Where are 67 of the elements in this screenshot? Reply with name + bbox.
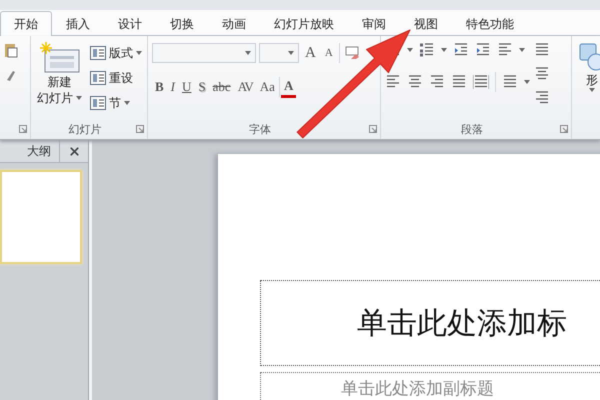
format-button[interactable]: abc bbox=[210, 76, 234, 98]
caret-icon bbox=[288, 51, 294, 55]
text-direction-icon bbox=[534, 42, 550, 58]
align-right-icon bbox=[429, 74, 445, 90]
close-icon bbox=[68, 144, 80, 158]
distribute-icon bbox=[473, 74, 489, 90]
paste-icon[interactable] bbox=[4, 42, 18, 58]
caret-icon bbox=[76, 96, 82, 100]
columns-icon bbox=[502, 74, 518, 90]
format-button[interactable]: U bbox=[179, 76, 194, 98]
format-button[interactable]: S bbox=[195, 76, 209, 98]
align-left-icon bbox=[385, 74, 401, 90]
ribbon-tab[interactable]: 视图 bbox=[400, 11, 452, 36]
ribbon-tab[interactable]: 开始 bbox=[0, 11, 52, 36]
layout-icon bbox=[90, 71, 106, 85]
ribbon-tab[interactable]: 特色功能 bbox=[452, 11, 528, 36]
ribbon-tab[interactable]: 幻灯片放映 bbox=[260, 11, 348, 36]
caret-icon bbox=[245, 51, 251, 55]
ribbon-tab[interactable]: 切换 bbox=[156, 11, 208, 36]
dialog-launcher-icon[interactable] bbox=[369, 125, 377, 133]
caret-icon bbox=[589, 88, 595, 92]
group-label: 幻灯片 bbox=[68, 122, 102, 136]
font-size-field[interactable] bbox=[259, 43, 299, 63]
slide-option-button[interactable]: 节 bbox=[88, 92, 144, 114]
ribbon-tab[interactable]: 设计 bbox=[104, 11, 156, 36]
slide-option-button[interactable]: 版式 bbox=[88, 42, 144, 64]
font-color-button[interactable]: A bbox=[280, 76, 296, 98]
indent-icon bbox=[453, 42, 469, 58]
caret-icon bbox=[136, 51, 142, 55]
caret-icon bbox=[407, 48, 413, 52]
justify-icon bbox=[451, 74, 467, 90]
group-label: 段落 bbox=[460, 122, 484, 136]
caret-icon bbox=[524, 80, 530, 84]
line-spacing-icon bbox=[497, 42, 513, 58]
format-button[interactable]: Aa bbox=[256, 76, 278, 98]
dialog-launcher-icon[interactable] bbox=[560, 125, 568, 133]
dialog-launcher-icon[interactable] bbox=[136, 125, 144, 133]
grow-font-button[interactable]: A bbox=[302, 42, 319, 64]
align-text-icon bbox=[534, 66, 550, 82]
dialog-launcher-icon[interactable] bbox=[19, 125, 27, 133]
group-label: 字体 bbox=[248, 122, 272, 136]
layout-icon bbox=[90, 46, 106, 60]
ribbon-tab[interactable]: 动画 bbox=[208, 11, 260, 36]
ribbon-tab[interactable]: 插入 bbox=[52, 11, 104, 36]
ribbon-tab[interactable]: 审阅 bbox=[348, 11, 400, 36]
shapes-icon bbox=[578, 42, 600, 72]
caret-icon bbox=[441, 48, 447, 52]
font-name-field[interactable] bbox=[152, 43, 256, 63]
subtitle-placeholder[interactable]: 单击此处添加副标题 bbox=[260, 372, 600, 400]
slide-thumbnail[interactable] bbox=[0, 170, 82, 264]
indent-icon bbox=[475, 42, 491, 58]
caret-icon bbox=[124, 101, 130, 105]
slide-option-button[interactable]: 重设 bbox=[88, 67, 144, 89]
caret-icon bbox=[519, 48, 525, 52]
align-center-icon bbox=[407, 74, 423, 90]
format-button[interactable]: AV bbox=[234, 76, 256, 98]
numbering-icon bbox=[419, 42, 435, 58]
new-slide-button[interactable]: 新建 幻灯片 bbox=[35, 42, 84, 119]
format-button[interactable]: I bbox=[168, 76, 178, 98]
layout-icon bbox=[90, 96, 106, 110]
smartart-icon bbox=[534, 90, 550, 106]
shrink-font-button[interactable]: A bbox=[322, 42, 336, 64]
title-placeholder[interactable]: 单击此处添加标 bbox=[260, 280, 600, 366]
format-button[interactable]: B bbox=[152, 76, 167, 98]
shapes-button[interactable]: 形 bbox=[576, 42, 600, 139]
new-slide-icon bbox=[40, 42, 80, 74]
brush-icon[interactable] bbox=[4, 68, 18, 82]
